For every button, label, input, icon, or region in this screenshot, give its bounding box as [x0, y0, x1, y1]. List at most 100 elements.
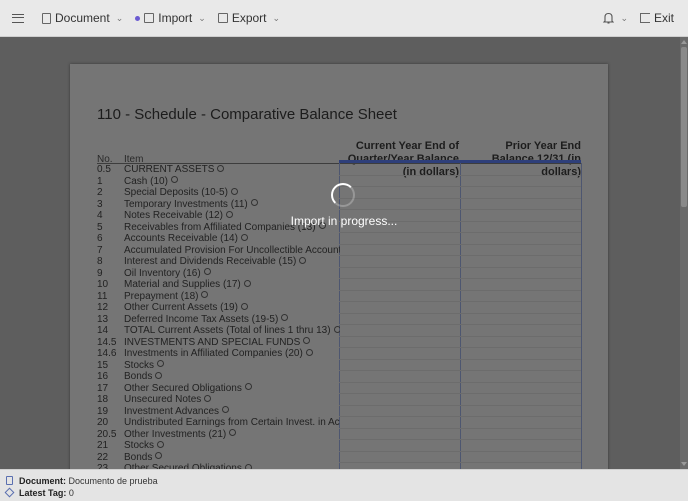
prior-year-cell[interactable]	[460, 302, 581, 314]
prior-year-cell[interactable]	[460, 440, 581, 452]
help-icon[interactable]	[244, 383, 252, 391]
current-year-cell[interactable]	[339, 360, 460, 371]
scrollbar-thumb[interactable]	[681, 47, 687, 207]
notifications-button[interactable]: ⌄	[597, 0, 634, 36]
help-icon[interactable]	[303, 337, 311, 345]
help-icon[interactable]	[281, 314, 289, 322]
row-label-text: Temporary Investments (11)	[124, 198, 248, 210]
row-label-text: Bonds	[124, 371, 153, 382]
current-year-cell[interactable]	[339, 325, 460, 337]
row-number: 7	[97, 244, 103, 256]
vertical-scrollbar[interactable]	[680, 37, 688, 469]
prior-year-cell[interactable]	[460, 187, 581, 199]
prior-year-cell[interactable]	[460, 417, 581, 429]
help-icon[interactable]	[201, 291, 209, 299]
document-menu[interactable]: Document ⌄	[36, 0, 129, 36]
current-year-cell[interactable]	[339, 394, 460, 406]
status-tag-key: Latest Tag:	[19, 488, 67, 498]
prior-year-cell[interactable]	[460, 452, 581, 463]
help-icon[interactable]	[222, 406, 230, 414]
current-year-cell[interactable]	[339, 245, 460, 256]
current-year-cell[interactable]	[339, 268, 460, 279]
row-label: CURRENT ASSETS	[124, 164, 340, 176]
current-year-cell[interactable]	[339, 291, 460, 302]
chevron-down-icon: ⌄	[198, 12, 206, 23]
prior-year-cell[interactable]	[460, 233, 581, 245]
current-year-cell[interactable]	[339, 429, 460, 440]
row-number: 8	[97, 256, 103, 267]
help-icon[interactable]	[204, 394, 212, 402]
help-icon[interactable]	[230, 187, 238, 195]
prior-year-cell[interactable]	[460, 337, 581, 348]
prior-year-cell[interactable]	[460, 314, 581, 325]
scroll-up-icon[interactable]	[681, 40, 687, 44]
row-label: Special Deposits (10-5)	[124, 187, 340, 199]
row-number: 13	[97, 313, 109, 325]
row-number: 18	[97, 394, 109, 405]
menu-button[interactable]	[0, 0, 30, 36]
prior-year-cell[interactable]	[460, 164, 581, 176]
exit-button[interactable]: Exit	[634, 0, 680, 36]
prior-year-cell[interactable]	[460, 429, 581, 440]
help-icon[interactable]	[203, 268, 211, 276]
help-icon[interactable]	[240, 233, 248, 241]
prior-year-cell[interactable]	[460, 268, 581, 279]
current-year-cell[interactable]	[339, 406, 460, 417]
prior-year-cell[interactable]	[460, 256, 581, 268]
prior-year-cell[interactable]	[460, 406, 581, 417]
prior-year-cell[interactable]	[460, 360, 581, 371]
current-year-cell[interactable]	[339, 452, 460, 463]
prior-year-cell[interactable]	[460, 325, 581, 337]
current-year-cell[interactable]	[339, 176, 460, 187]
scroll-down-icon[interactable]	[681, 462, 687, 466]
help-icon[interactable]	[157, 360, 165, 368]
help-icon[interactable]	[240, 302, 248, 310]
import-menu[interactable]: Import ⌄	[129, 0, 212, 36]
current-year-cell[interactable]	[339, 417, 460, 429]
document-icon	[42, 12, 51, 24]
current-year-cell[interactable]	[339, 256, 460, 268]
current-year-cell[interactable]	[339, 314, 460, 325]
current-year-cell[interactable]	[339, 199, 460, 210]
row-label-text: Bonds	[124, 451, 153, 463]
row-label-text: Cash (10)	[124, 175, 168, 187]
current-year-cell[interactable]	[339, 440, 460, 452]
prior-year-cell[interactable]	[460, 383, 581, 394]
current-year-cell[interactable]	[339, 164, 460, 176]
current-year-cell[interactable]	[339, 187, 460, 199]
current-year-cell[interactable]	[339, 279, 460, 291]
current-year-cell[interactable]	[339, 348, 460, 360]
current-year-cell[interactable]	[339, 337, 460, 348]
help-icon[interactable]	[157, 440, 165, 448]
row-number: 21	[97, 440, 109, 451]
current-year-cell[interactable]	[339, 383, 460, 394]
row-label-text: Stocks	[124, 359, 155, 371]
help-icon[interactable]	[155, 371, 163, 379]
export-menu-label: Export	[231, 11, 267, 25]
prior-year-cell[interactable]	[460, 279, 581, 291]
table-row: 10 Material and Supplies (17)	[97, 279, 581, 291]
prior-year-cell[interactable]	[460, 245, 581, 256]
export-menu[interactable]: Export ⌄	[212, 0, 286, 36]
help-icon[interactable]	[217, 164, 225, 172]
prior-year-cell[interactable]	[460, 394, 581, 406]
help-icon[interactable]	[250, 199, 258, 207]
prior-year-cell[interactable]	[460, 348, 581, 360]
prior-year-cell[interactable]	[460, 371, 581, 383]
help-icon[interactable]	[243, 279, 251, 287]
row-label-text: CURRENT ASSETS	[124, 164, 215, 175]
prior-year-cell[interactable]	[460, 291, 581, 302]
row-label-text: Investments in Affiliated Companies (20)	[124, 348, 303, 359]
help-icon[interactable]	[229, 429, 237, 437]
row-label: Accounts Receivable (14)	[124, 233, 340, 245]
prior-year-cell[interactable]	[460, 199, 581, 210]
current-year-cell[interactable]	[339, 371, 460, 383]
help-icon[interactable]	[155, 452, 163, 460]
help-icon[interactable]	[299, 256, 307, 264]
prior-year-cell[interactable]	[460, 176, 581, 187]
current-year-cell[interactable]	[339, 302, 460, 314]
current-year-cell[interactable]	[339, 233, 460, 245]
help-icon[interactable]	[170, 176, 178, 184]
row-label-text: Oil Inventory (16)	[124, 267, 201, 279]
help-icon[interactable]	[305, 348, 313, 356]
